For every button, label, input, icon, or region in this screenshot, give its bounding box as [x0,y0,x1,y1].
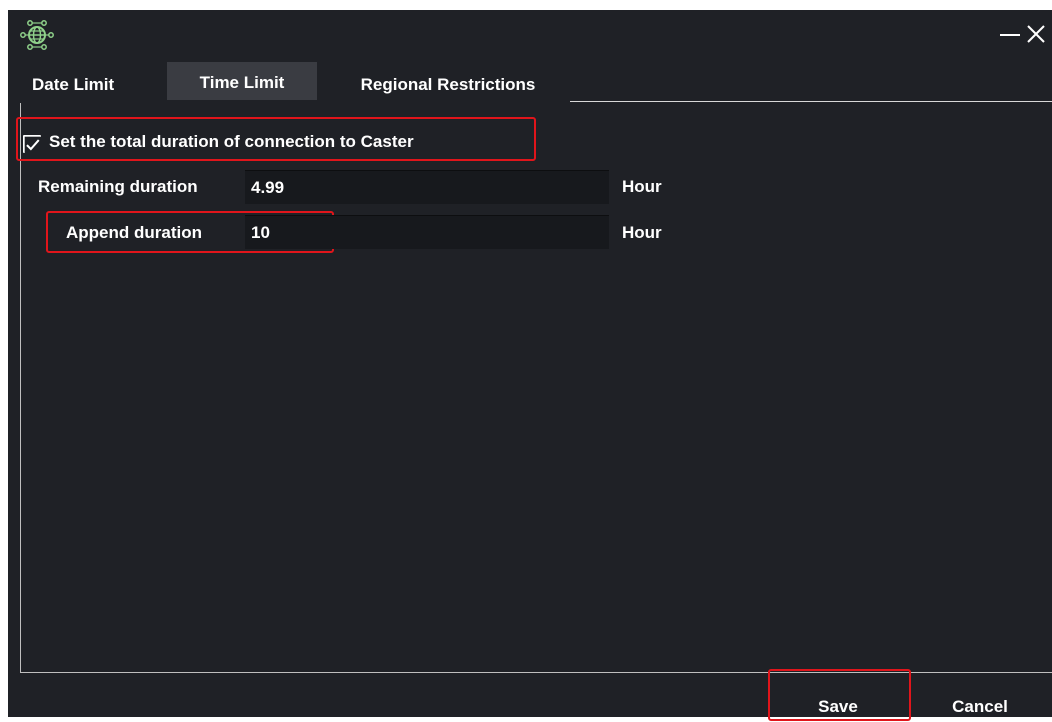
minimize-icon[interactable] [998,22,1022,46]
tab-bar: Date Limit Time Limit Regional Restricti… [8,62,1052,104]
tab-regional-restrictions[interactable]: Regional Restrictions [328,62,568,104]
duration-checkbox[interactable] [23,135,41,153]
tab-time-limit[interactable]: Time Limit [167,62,317,100]
save-button[interactable]: Save [778,692,898,722]
remaining-duration-input[interactable]: 4.99 [245,170,609,204]
tab-date-limit[interactable]: Date Limit [32,62,152,104]
append-duration-input[interactable]: 10 [245,215,609,249]
duration-checkbox-label[interactable]: Set the total duration of connection to … [49,130,414,154]
tab-divider [570,101,1052,102]
globe-network-icon [20,20,54,50]
append-duration-unit: Hour [622,223,662,242]
title-bar [8,10,1052,60]
cancel-button[interactable]: Cancel [925,692,1035,722]
dialog-window: Date Limit Time Limit Regional Restricti… [8,10,1052,721]
append-duration-label: Append duration [66,223,202,242]
close-icon[interactable] [1024,22,1048,46]
remaining-duration-label: Remaining duration [38,177,198,196]
remaining-duration-unit: Hour [622,177,662,196]
